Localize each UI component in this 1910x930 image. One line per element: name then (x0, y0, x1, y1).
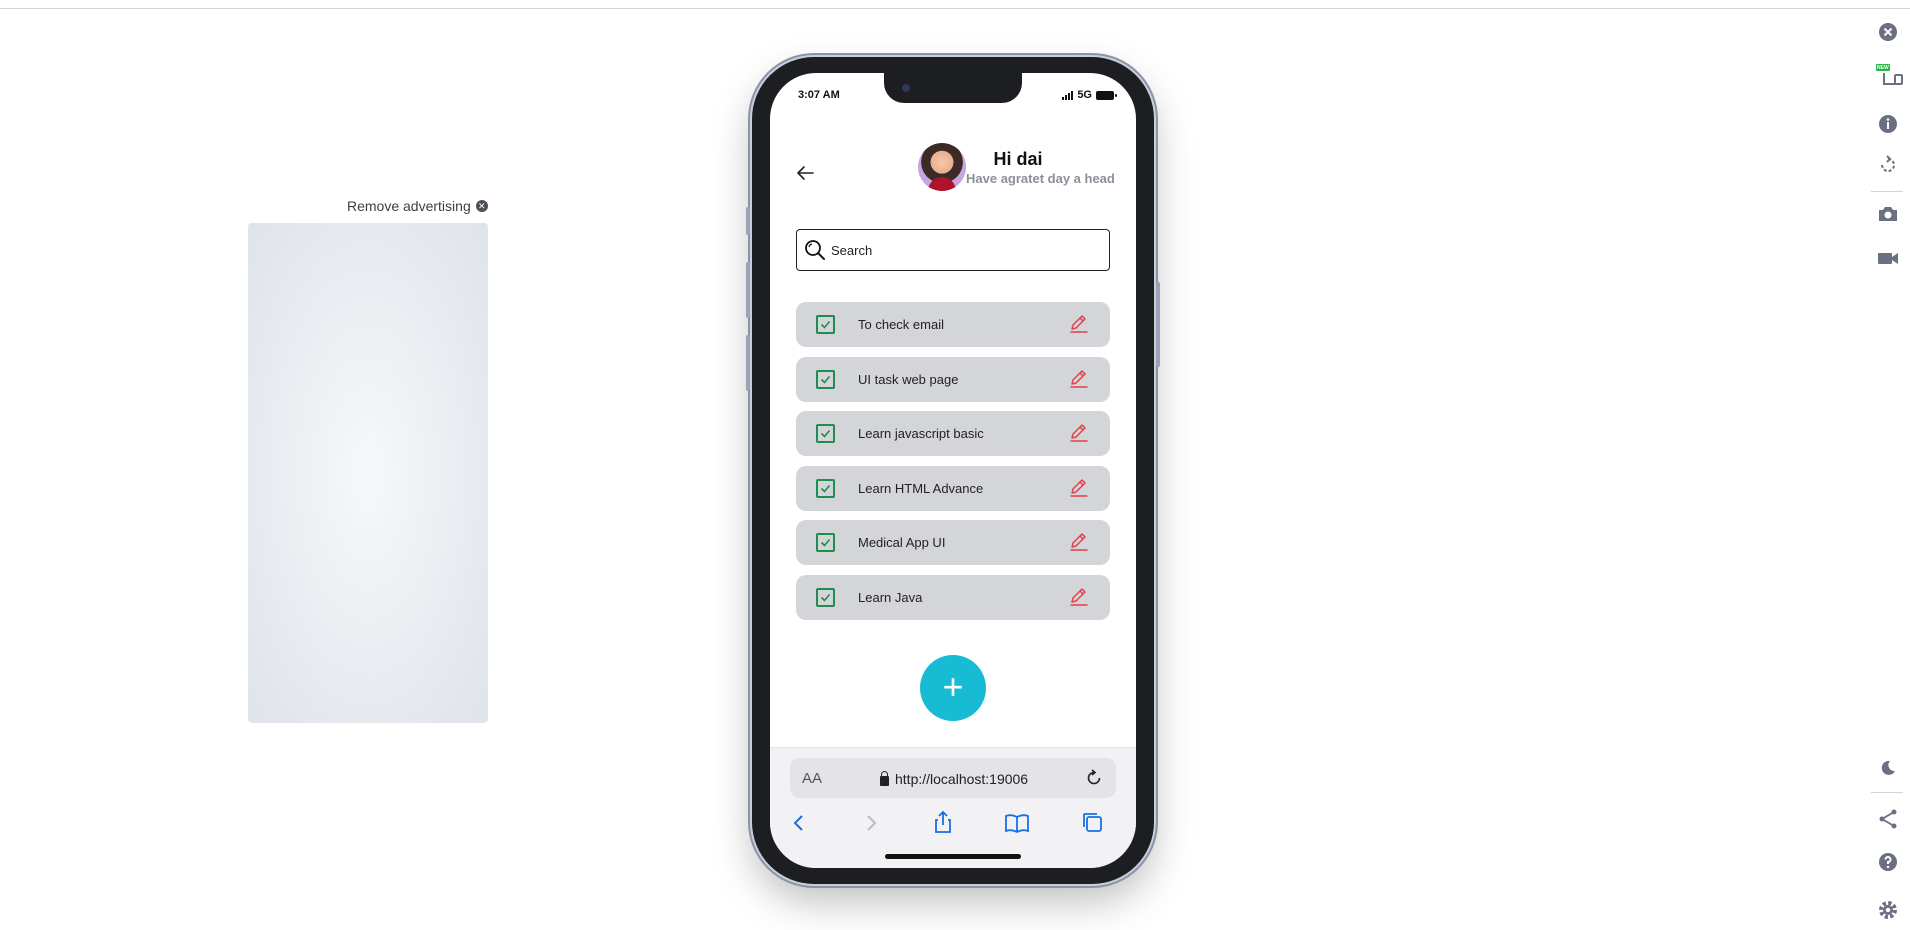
edit-pencil-icon[interactable] (1068, 313, 1090, 335)
reload-icon[interactable] (1084, 768, 1104, 788)
bookmarks-icon[interactable] (1002, 808, 1032, 838)
task-label: Learn javascript basic (858, 426, 984, 441)
task-label: UI task web page (858, 371, 959, 387)
back-arrow-icon[interactable] (796, 163, 816, 189)
url-display: http://localhost:19006 (880, 770, 1029, 787)
toolbar-divider (1871, 792, 1903, 793)
browser-bar: AA http://localhost:19006 (770, 747, 1136, 868)
task-label: Medical App UI (858, 535, 946, 550)
settings-gear-icon[interactable] (1876, 898, 1900, 922)
share-icon[interactable] (928, 808, 958, 838)
checkbox-checked-icon[interactable] (816, 478, 835, 498)
edit-pencil-icon[interactable] (1068, 586, 1090, 608)
task-item[interactable]: Learn javascript basic (796, 411, 1110, 456)
checkbox-checked-icon[interactable] (816, 533, 835, 552)
task-list: To check email UI task web page Learn ja… (796, 302, 1110, 629)
help-icon[interactable] (1876, 850, 1900, 874)
avatar[interactable] (918, 143, 966, 191)
search-icon (803, 238, 827, 262)
add-task-button[interactable]: + (920, 655, 986, 721)
task-item[interactable]: UI task web page (796, 356, 1110, 402)
battery-icon (1096, 90, 1117, 100)
task-label: Learn Java (858, 589, 923, 605)
checkbox-checked-icon[interactable] (816, 424, 835, 443)
browser-nav-row (770, 808, 1136, 838)
text-size-button[interactable]: AA (802, 770, 822, 787)
phone-frame: 3:07 AM 5G Hi dai Have agratet day a hea… (746, 57, 1160, 884)
rotate-icon[interactable] (1876, 153, 1900, 177)
edit-pencil-icon[interactable] (1068, 422, 1090, 444)
task-item[interactable]: Medical App UI (796, 520, 1110, 565)
video-icon[interactable] (1876, 246, 1900, 270)
close-icon: ✕ (475, 200, 488, 212)
address-bar[interactable]: AA http://localhost:19006 (790, 758, 1116, 798)
checkbox-checked-icon[interactable] (816, 315, 835, 334)
url-text: http://localhost:19006 (895, 771, 1029, 787)
greeting-subtitle: Have agratet day a head (966, 171, 1115, 186)
status-time: 3:07 AM (798, 89, 840, 101)
share-nodes-icon[interactable] (1876, 807, 1900, 831)
info-icon[interactable] (1876, 112, 1900, 136)
volume-up-button (746, 262, 750, 318)
task-label: Learn HTML Advance (858, 480, 984, 496)
checkbox-checked-icon[interactable] (816, 369, 835, 389)
task-item[interactable]: To check email (796, 302, 1110, 347)
volume-down-button (746, 335, 750, 391)
power-button (1156, 282, 1160, 367)
lock-icon (880, 770, 889, 786)
phone-screen: 3:07 AM 5G Hi dai Have agratet day a hea… (770, 73, 1136, 868)
mute-switch (746, 207, 750, 235)
remove-advertising-link[interactable]: Remove advertising ✕ (347, 198, 488, 214)
home-indicator (885, 854, 1021, 859)
toolbar-divider (1871, 191, 1903, 192)
search-input[interactable] (831, 242, 1091, 258)
ad-placeholder (248, 223, 488, 723)
remove-advertising-label: Remove advertising (347, 198, 471, 214)
dark-mode-icon[interactable] (1876, 756, 1900, 780)
network-label: 5G (1077, 89, 1092, 101)
camera-icon[interactable] (1876, 202, 1900, 226)
checkbox-checked-icon[interactable] (816, 587, 835, 607)
new-badge: NEW (1877, 65, 1889, 71)
edit-pencil-icon[interactable] (1068, 368, 1090, 390)
back-chevron-icon[interactable] (784, 808, 814, 838)
status-bar: 3:07 AM 5G (770, 87, 1136, 107)
tabs-icon[interactable] (1078, 808, 1108, 838)
close-circle-icon[interactable] (1876, 20, 1900, 44)
window-top-border (0, 8, 1910, 9)
app-header: Hi dai Have agratet day a head (770, 143, 1136, 203)
search-box[interactable] (796, 229, 1110, 271)
signal-icon (1062, 90, 1074, 100)
edit-pencil-icon[interactable] (1068, 477, 1090, 499)
task-item[interactable]: Learn HTML Advance (796, 465, 1110, 511)
edit-pencil-icon[interactable] (1068, 531, 1090, 553)
devices-icon[interactable]: NEW (1876, 62, 1904, 86)
task-label: To check email (858, 317, 944, 332)
status-right: 5G (1062, 89, 1117, 101)
greeting-title: Hi dai (993, 149, 1043, 169)
task-item[interactable]: Learn Java (796, 574, 1110, 620)
forward-chevron-icon[interactable] (856, 808, 886, 838)
